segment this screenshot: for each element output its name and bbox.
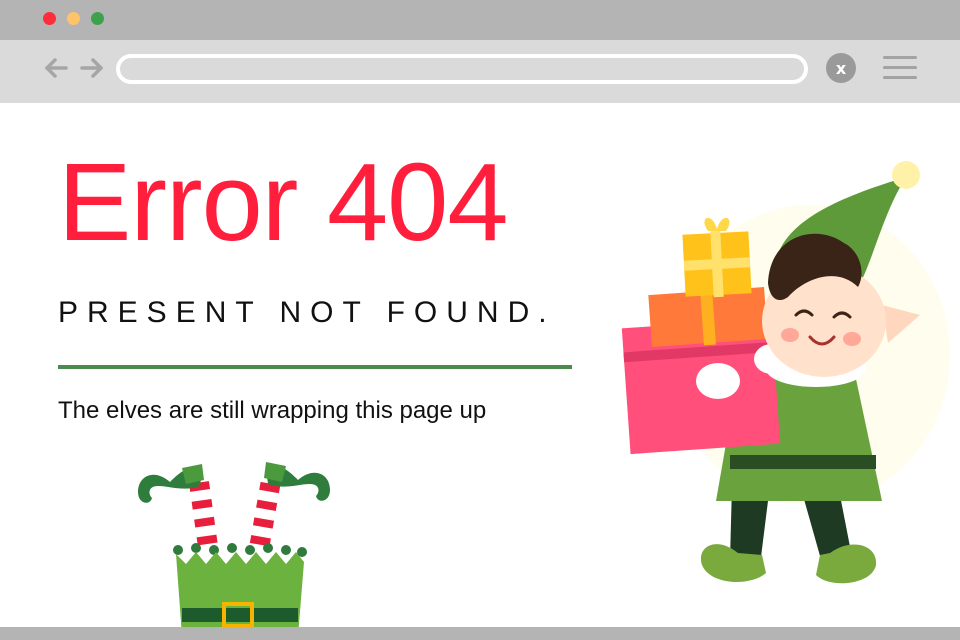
window-minimize-dot[interactable]	[67, 12, 80, 25]
arrow-right-icon	[80, 58, 103, 78]
window-close-dot[interactable]	[43, 12, 56, 25]
close-icon: x	[835, 58, 847, 78]
arrow-left-icon	[45, 58, 68, 78]
browser-titlebar	[0, 0, 960, 40]
back-button[interactable]	[42, 54, 70, 82]
error-heading: Error 404	[58, 141, 509, 264]
error-subheading: PRESENT NOT FOUND.	[58, 296, 556, 329]
close-tab-button[interactable]: x	[826, 53, 856, 83]
menu-button[interactable]	[883, 54, 917, 82]
hamburger-menu-icon	[883, 56, 917, 59]
elf-legs-in-present-box-illustration	[138, 462, 330, 636]
address-bar[interactable]	[116, 54, 808, 84]
browser-toolbar: x	[0, 40, 960, 103]
forward-button[interactable]	[78, 54, 106, 82]
elf-carrying-presents-illustration	[621, 161, 950, 584]
error-message: The elves are still wrapping this page u…	[58, 397, 487, 424]
divider	[58, 365, 572, 369]
browser-bottom-bar	[0, 627, 960, 640]
window-maximize-dot[interactable]	[91, 12, 104, 25]
